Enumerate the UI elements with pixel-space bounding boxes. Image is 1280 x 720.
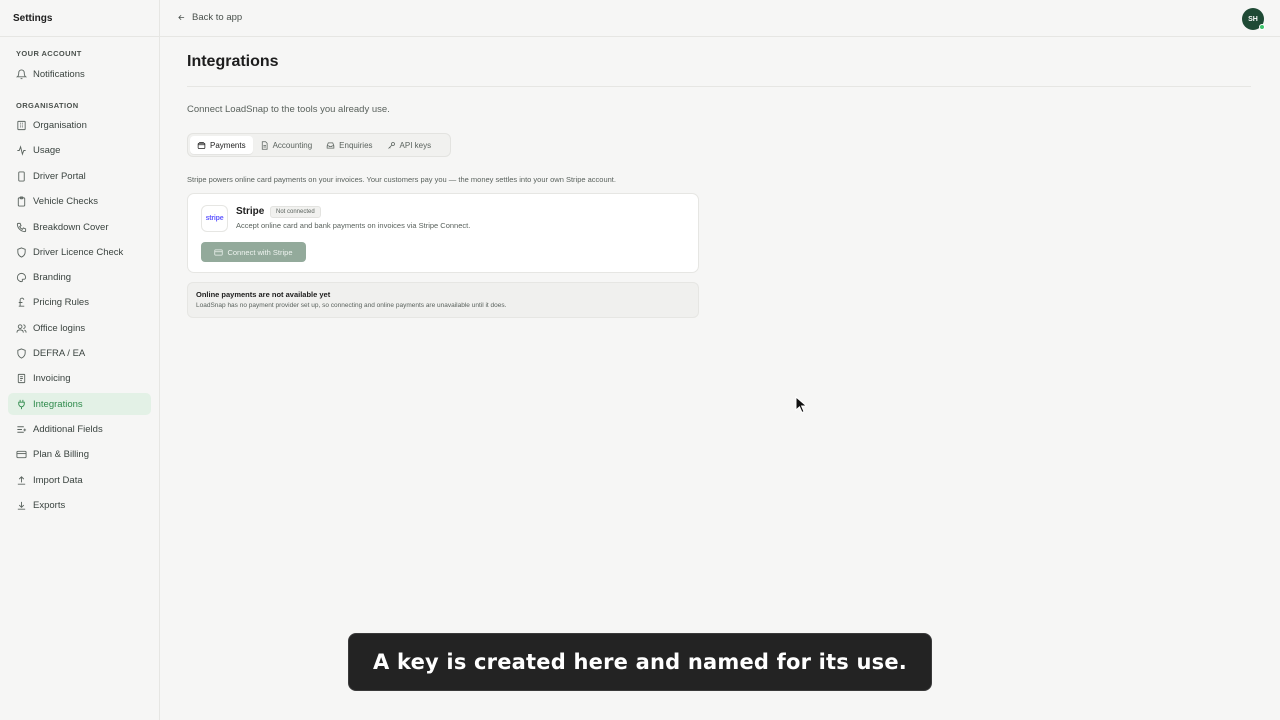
sidebar-item-label: Integrations bbox=[33, 398, 83, 410]
tab-label: Enquiries bbox=[339, 140, 373, 150]
tab-enquiries[interactable]: Enquiries bbox=[319, 136, 379, 154]
notice-body: LoadSnap has no payment provider set up,… bbox=[196, 302, 507, 309]
sidebar-item-import-data[interactable]: Import Data bbox=[8, 469, 151, 491]
palette-icon bbox=[16, 272, 27, 283]
page-title: Integrations bbox=[187, 53, 279, 70]
sidebar-item-usage[interactable]: Usage bbox=[8, 139, 151, 161]
sidebar-item-label: Driver Portal bbox=[33, 170, 86, 182]
sidebar-item-vehicle-checks[interactable]: Vehicle Checks bbox=[8, 190, 151, 212]
sidebar-item-integrations[interactable]: Integrations bbox=[8, 393, 151, 415]
plug-icon bbox=[16, 399, 27, 410]
avatar-initials: SH bbox=[1248, 15, 1258, 23]
sidebar-item-exports[interactable]: Exports bbox=[8, 494, 151, 516]
wallet-icon bbox=[197, 141, 206, 150]
download-icon bbox=[16, 500, 27, 511]
sidebar-title: Settings bbox=[0, 0, 159, 37]
stripe-logo: stripe bbox=[201, 205, 228, 232]
back-to-app-label: Back to app bbox=[192, 12, 243, 23]
activity-icon bbox=[16, 144, 27, 156]
top-bar: Back to app SH bbox=[160, 0, 1280, 37]
sidebar-item-invoicing[interactable]: Invoicing bbox=[8, 367, 151, 389]
sidebar-item-notifications[interactable]: Notifications bbox=[8, 63, 151, 85]
sidebar-item-label: Notifications bbox=[33, 68, 85, 80]
integration-tabs: Payments Accounting Enquiries API keys bbox=[187, 133, 451, 157]
sidebar-item-additional-fields[interactable]: Additional Fields bbox=[8, 418, 151, 440]
provider-name: Stripe bbox=[236, 206, 265, 217]
sidebar-item-label: Driver Licence Check bbox=[33, 246, 124, 258]
connect-with-stripe-button[interactable]: Connect with Stripe bbox=[201, 242, 306, 262]
sidebar-item-organisation[interactable]: Organisation bbox=[8, 114, 151, 136]
back-to-app-link[interactable]: Back to app bbox=[177, 12, 242, 23]
sidebar-item-label: Additional Fields bbox=[33, 423, 103, 435]
sidebar-item-driver-licence-check[interactable]: Driver Licence Check bbox=[8, 241, 151, 263]
mouse-cursor-icon bbox=[795, 396, 808, 414]
credit-card-icon bbox=[16, 449, 27, 460]
sidebar-item-label: Exports bbox=[33, 499, 66, 511]
sidebar-item-label: Organisation bbox=[33, 119, 87, 131]
sidebar-item-label: Breakdown Cover bbox=[33, 221, 109, 233]
users-icon bbox=[16, 323, 27, 334]
upload-icon bbox=[16, 475, 27, 486]
notice-title: Online payments are not available yet bbox=[196, 290, 331, 299]
payments-unavailable-notice: Online payments are not available yet Lo… bbox=[187, 282, 699, 318]
sidebar-item-driver-portal[interactable]: Driver Portal bbox=[8, 165, 151, 187]
section-label-organisation: ORGANISATION bbox=[16, 101, 79, 110]
caption-overlay: A key is created here and named for its … bbox=[348, 633, 932, 691]
sidebar-item-defra-ea[interactable]: DEFRA / EA bbox=[8, 342, 151, 364]
tab-label: Accounting bbox=[272, 140, 313, 150]
shield-icon bbox=[16, 246, 27, 258]
connect-button-label: Connect with Stripe bbox=[227, 247, 293, 257]
sidebar-item-label: Office logins bbox=[33, 322, 86, 334]
tab-label: API keys bbox=[399, 140, 432, 150]
pound-icon bbox=[16, 297, 27, 308]
sidebar-item-label: Vehicle Checks bbox=[33, 195, 98, 207]
clipboard-icon bbox=[16, 195, 27, 207]
provider-description: Accept online card and bank payments on … bbox=[236, 221, 471, 230]
sidebar-item-label: DEFRA / EA bbox=[33, 347, 86, 359]
settings-sidebar: Settings YOUR ACCOUNT Notifications ORGA… bbox=[0, 0, 160, 720]
receipt-icon bbox=[16, 373, 27, 384]
bell-icon bbox=[16, 69, 27, 80]
arrow-left-icon bbox=[177, 13, 186, 22]
tab-api-keys[interactable]: API keys bbox=[380, 136, 439, 154]
status-badge: Not connected bbox=[270, 206, 321, 218]
tab-label: Payments bbox=[210, 140, 246, 150]
sidebar-item-label: Branding bbox=[33, 271, 72, 283]
sidebar-item-plan-billing[interactable]: Plan & Billing bbox=[8, 443, 151, 465]
stripe-integration-card: stripe Stripe Not connected Accept onlin… bbox=[187, 193, 699, 273]
sidebar-item-label: Plan & Billing bbox=[33, 448, 89, 460]
online-status-dot bbox=[1259, 24, 1265, 30]
avatar[interactable]: SH bbox=[1242, 8, 1265, 30]
credit-card-icon bbox=[214, 248, 224, 257]
sidebar-item-pricing-rules[interactable]: Pricing Rules bbox=[8, 291, 151, 313]
divider bbox=[187, 86, 1251, 87]
sidebar-item-branding[interactable]: Branding bbox=[8, 266, 151, 288]
stripe-logo-text: stripe bbox=[205, 215, 224, 222]
phone-call-icon bbox=[16, 222, 27, 233]
payments-description: Stripe powers online card payments on yo… bbox=[187, 175, 616, 184]
key-icon bbox=[387, 141, 396, 150]
inbox-icon bbox=[326, 141, 335, 150]
sidebar-item-label: Import Data bbox=[33, 474, 83, 486]
section-label-account: YOUR ACCOUNT bbox=[16, 49, 82, 58]
shield-icon bbox=[16, 347, 27, 359]
sidebar-item-label: Invoicing bbox=[33, 372, 71, 384]
building-icon bbox=[16, 120, 27, 131]
tab-accounting[interactable]: Accounting bbox=[253, 136, 320, 154]
sidebar-item-label: Usage bbox=[33, 144, 61, 156]
page-subtitle: Connect LoadSnap to the tools you alread… bbox=[187, 104, 390, 115]
document-icon bbox=[260, 140, 269, 150]
sidebar-item-breakdown-cover[interactable]: Breakdown Cover bbox=[8, 216, 151, 238]
sidebar-item-label: Pricing Rules bbox=[33, 296, 89, 308]
sidebar-item-office-logins[interactable]: Office logins bbox=[8, 317, 151, 339]
list-icon bbox=[16, 424, 27, 435]
tab-payments[interactable]: Payments bbox=[190, 136, 253, 154]
phone-icon bbox=[16, 170, 27, 182]
